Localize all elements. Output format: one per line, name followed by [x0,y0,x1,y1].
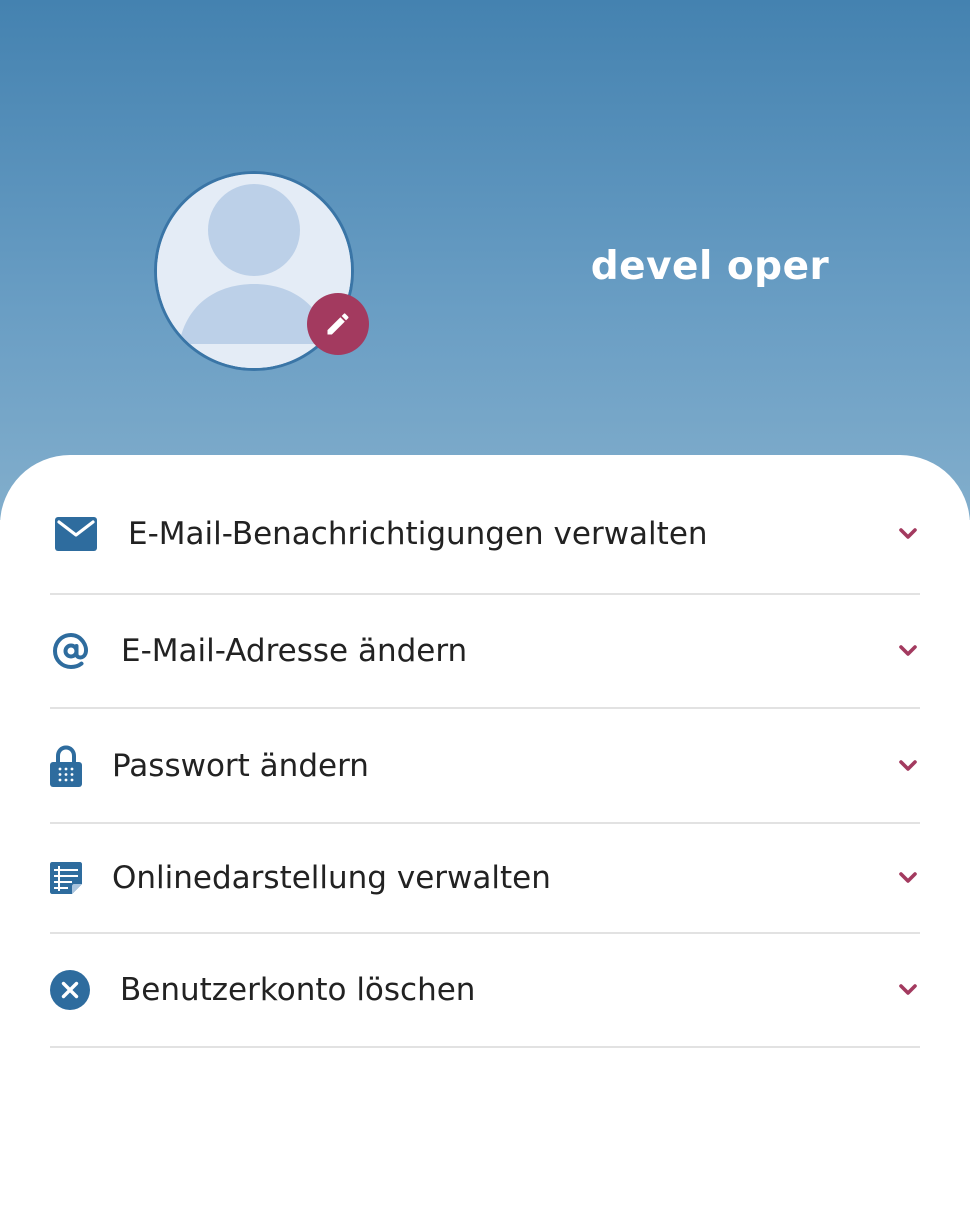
profile-header: devel oper [0,0,970,520]
settings-item-change-email[interactable]: E-Mail-Adresse ändern [50,595,920,709]
settings-item-change-password[interactable]: Passwort ändern [50,709,920,824]
settings-item-delete-account[interactable]: Benutzerkonto löschen [50,934,920,1048]
chevron-down-icon[interactable] [896,866,920,890]
settings-list: E-Mail-Benachrichtigungen verwalten E-Ma… [50,475,920,1048]
settings-item-email-notifications[interactable]: E-Mail-Benachrichtigungen verwalten [50,475,920,595]
pencil-icon [327,313,349,335]
settings-item-label: Benutzerkonto löschen [120,972,476,1008]
settings-item-label: Onlinedarstellung verwalten [112,860,551,896]
settings-item-online-presence[interactable]: Onlinedarstellung verwalten [50,824,920,934]
account-settings-page: devel oper E-Mail-Benachrichtigungen ver… [0,0,970,1230]
chevron-down-icon[interactable] [896,639,920,663]
settings-item-label: E-Mail-Benachrichtigungen verwalten [128,516,708,552]
settings-item-label: Passwort ändern [112,747,369,784]
user-name: devel oper [590,244,830,289]
chevron-down-icon[interactable] [896,754,920,778]
document-list-icon [50,862,82,894]
settings-item-label: E-Mail-Adresse ändern [121,633,468,669]
envelope-icon [53,517,99,551]
close-circle-icon [50,970,90,1010]
edit-avatar-button[interactable] [307,293,369,355]
at-sign-icon [50,630,92,672]
chevron-down-icon[interactable] [896,978,920,1002]
lock-icon [50,744,82,787]
chevron-down-icon[interactable] [896,522,920,546]
avatar-container [154,171,369,371]
